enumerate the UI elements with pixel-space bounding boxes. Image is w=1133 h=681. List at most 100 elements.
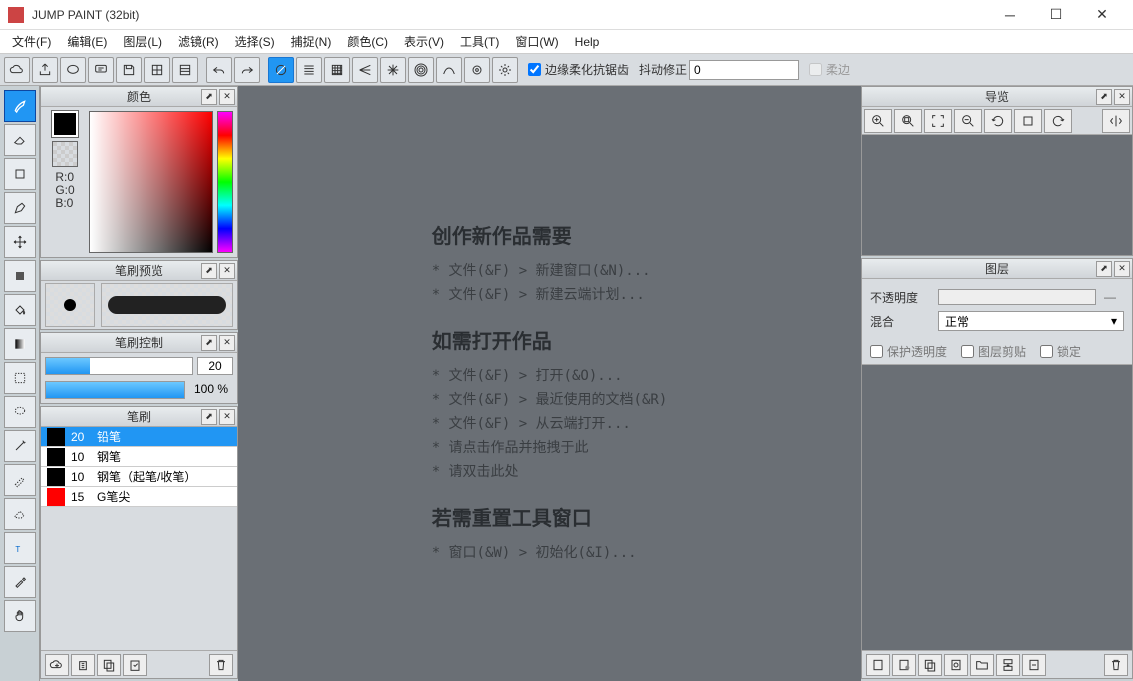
hue-slider[interactable] [217,111,233,253]
grid2-icon[interactable] [172,57,198,83]
close-icon[interactable]: ✕ [219,263,235,279]
close-icon[interactable]: ✕ [219,335,235,351]
zoom-out-icon[interactable] [954,109,982,133]
gradient-tool[interactable] [4,328,36,360]
clipping-checkbox[interactable]: 图层剪贴 [961,343,1026,360]
save-icon[interactable] [116,57,142,83]
share-icon[interactable] [32,57,58,83]
lock-checkbox[interactable]: 锁定 [1040,343,1081,360]
brush-copy-icon[interactable] [97,654,121,676]
popout-icon[interactable]: ⬈ [1096,261,1112,277]
color-picker-area[interactable] [89,111,213,253]
radial-icon[interactable] [380,57,406,83]
popout-icon[interactable]: ⬈ [201,335,217,351]
dup-layer-icon[interactable] [918,654,942,676]
menu-layer[interactable]: 图层(L) [115,30,170,53]
antialias-checkbox[interactable]: 边缘柔化抗锯齿 [528,61,629,78]
chat-icon[interactable] [60,57,86,83]
shake-correction-input[interactable] [689,60,799,80]
select-rect-tool[interactable] [4,362,36,394]
dot-tool[interactable] [4,158,36,190]
cloud-icon[interactable] [4,57,30,83]
delete-layer-icon[interactable] [1104,654,1128,676]
close-icon[interactable]: ✕ [1114,89,1130,105]
menu-view[interactable]: 表示(V) [396,30,452,53]
brush-add-icon[interactable] [45,654,69,676]
redo-icon[interactable] [234,57,260,83]
snap-target-icon[interactable] [464,57,490,83]
canvas-area[interactable]: 创作新作品需要 * 文件(&F) > 新建窗口(&N)... * 文件(&F) … [238,86,861,681]
concentric-icon[interactable] [408,57,434,83]
layer-list-area[interactable] [862,365,1132,650]
wand-tool[interactable] [4,430,36,462]
zoom-fit-icon[interactable] [894,109,922,133]
close-icon[interactable]: ✕ [219,409,235,425]
new-layer2-icon[interactable] [892,654,916,676]
vanish-icon[interactable] [352,57,378,83]
popout-icon[interactable]: ⬈ [201,89,217,105]
eraser-tool[interactable] [4,124,36,156]
foreground-color[interactable] [52,111,78,137]
brush-list-item[interactable]: 15G笔尖 [41,487,237,507]
selectpen-tool[interactable] [4,464,36,496]
curve-icon[interactable] [436,57,462,83]
new-layer-icon[interactable] [866,654,890,676]
background-color[interactable] [52,141,78,167]
menu-window[interactable]: 窗口(W) [507,30,566,53]
popout-icon[interactable]: ⬈ [201,263,217,279]
close-icon[interactable]: ✕ [1114,261,1130,277]
close-button[interactable]: ✕ [1079,0,1125,30]
flip-icon[interactable] [1102,109,1130,133]
menu-color[interactable]: 颜色(C) [339,30,396,53]
maximize-button[interactable]: ☐ [1033,0,1079,30]
brush-list-item[interactable]: 10钢笔（起笔/收笔） [41,467,237,487]
selecterase-tool[interactable] [4,498,36,530]
lasso-tool[interactable] [4,396,36,428]
menu-help[interactable]: Help [567,32,608,52]
menu-filter[interactable]: 滤镜(R) [170,30,227,53]
comment-icon[interactable] [88,57,114,83]
opacity-slider[interactable] [938,289,1096,305]
blend-mode-select[interactable]: 正常▾ [938,311,1124,331]
gear-icon[interactable] [492,57,518,83]
grid1-icon[interactable] [144,57,170,83]
brush-dup-icon[interactable] [71,654,95,676]
brush-size-value[interactable]: 20 [197,357,233,375]
zoom-in-icon[interactable] [864,109,892,133]
minimize-button[interactable]: ─ [987,0,1033,30]
reset-rotation-icon[interactable] [1014,109,1042,133]
text-tool[interactable]: T [4,532,36,564]
fill-tool[interactable] [4,260,36,292]
menu-file[interactable]: 文件(F) [4,30,59,53]
menu-edit[interactable]: 编辑(E) [59,30,115,53]
eyedropper-tool[interactable] [4,566,36,598]
snap-off-icon[interactable] [268,57,294,83]
brush-tool[interactable] [4,90,36,122]
brush-list-item[interactable]: 20铅笔 [41,427,237,447]
menu-tool[interactable]: 工具(T) [452,30,507,53]
brush-list-item[interactable]: 10钢笔 [41,447,237,467]
merge-down-icon[interactable] [996,654,1020,676]
brush-size-slider[interactable] [45,357,193,375]
move-tool[interactable] [4,226,36,258]
protect-alpha-checkbox[interactable]: 保护透明度 [870,343,947,360]
menu-select[interactable]: 选择(S) [227,30,283,53]
mask-layer-icon[interactable] [944,654,968,676]
close-icon[interactable]: ✕ [219,89,235,105]
fit-screen-icon[interactable] [924,109,952,133]
brush-delete-icon[interactable] [209,654,233,676]
undo-icon[interactable] [206,57,232,83]
pen-tool[interactable] [4,192,36,224]
folder-icon[interactable] [970,654,994,676]
brush-opacity-slider[interactable] [45,381,185,399]
popout-icon[interactable]: ⬈ [201,409,217,425]
menu-snap[interactable]: 捕捉(N) [283,30,340,53]
bucket-tool[interactable] [4,294,36,326]
popout-icon[interactable]: ⬈ [1096,89,1112,105]
rotate-ccw-icon[interactable] [984,109,1012,133]
parallel-icon[interactable] [296,57,322,83]
brush-import-icon[interactable] [123,654,147,676]
rotate-cw-icon[interactable] [1044,109,1072,133]
crosshatch-icon[interactable] [324,57,350,83]
hand-tool[interactable] [4,600,36,632]
